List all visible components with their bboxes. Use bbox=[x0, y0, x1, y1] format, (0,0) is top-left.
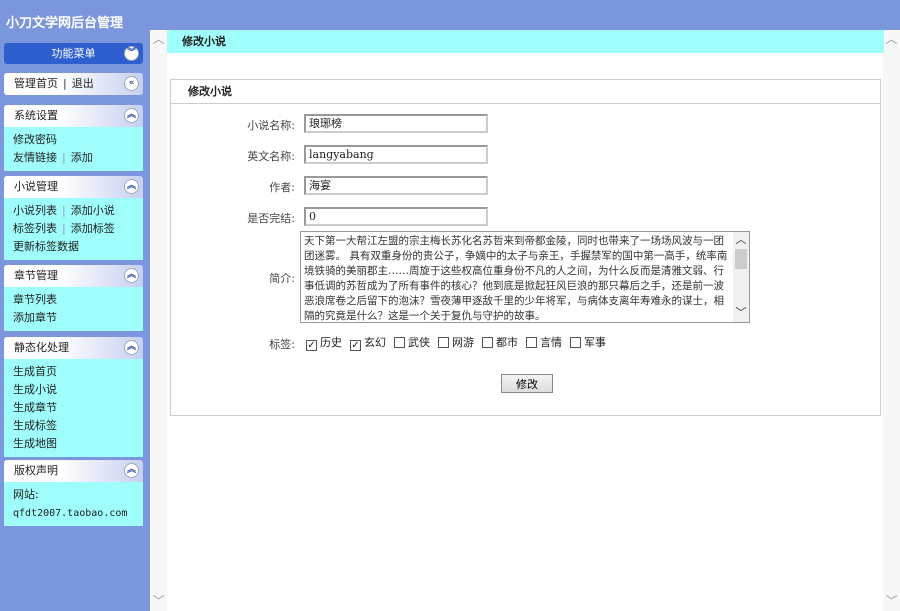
sidebar-link[interactable]: 章节列表 bbox=[13, 293, 57, 306]
sidebar-link[interactable]: 更新标签数据 bbox=[13, 240, 79, 253]
finished-input[interactable]: 0 bbox=[304, 207, 488, 226]
intro-label: 简介: bbox=[269, 272, 295, 285]
sidebar-group: 系统设置 ︽ 修改密码友情链接 | 添加 bbox=[4, 105, 143, 171]
tags-group: ✓ 历史 ✓ 玄幻 武侠 网游 都市 言情 军事 bbox=[306, 334, 614, 351]
author-label: 作者: bbox=[269, 181, 295, 194]
menu-title: 功能菜单 bbox=[51, 47, 96, 60]
tag-label: 玄幻 bbox=[364, 336, 386, 349]
group-header[interactable]: 系统设置 ︽ bbox=[4, 105, 143, 127]
tag-label: 武侠 bbox=[408, 336, 430, 349]
tag-checkbox[interactable]: 军事 bbox=[570, 334, 606, 350]
checkbox[interactable] bbox=[438, 337, 449, 348]
checkbox[interactable]: ✓ bbox=[306, 340, 317, 351]
group-header[interactable]: 小说管理 ︽ bbox=[4, 176, 143, 198]
intro-textarea[interactable]: 天下第一大帮江左盟的宗主梅长苏化名苏哲来到帝都金陵，同时也带来了一场场风波与一团… bbox=[300, 231, 750, 323]
tag-checkbox[interactable]: 都市 bbox=[482, 334, 518, 350]
sidebar-link[interactable]: 友情链接 bbox=[13, 151, 57, 164]
checkbox[interactable]: ✓ bbox=[350, 340, 361, 351]
collapse-icon[interactable]: ︽ bbox=[124, 179, 139, 194]
sidebar-link[interactable]: 添加 bbox=[71, 151, 93, 164]
checkbox[interactable] bbox=[526, 337, 537, 348]
en-name-label: 英文名称: bbox=[247, 150, 295, 163]
scroll-down-icon[interactable]: ﹀ bbox=[883, 592, 900, 609]
finished-label: 是否完结: bbox=[247, 212, 295, 225]
sidebar-link: qfdt2007.taobao.com bbox=[13, 508, 128, 519]
separator: | bbox=[63, 77, 67, 90]
separator: | bbox=[62, 204, 66, 217]
sidebar-link[interactable]: 修改密码 bbox=[13, 133, 57, 146]
group-header[interactable]: 章节管理 ︽ bbox=[4, 265, 143, 287]
edit-novel-panel: 修改小说 小说名称: 琅琊榜 英文名称: langyabang 作者: 海宴 是… bbox=[170, 79, 881, 416]
group-title: 静态化处理 bbox=[14, 341, 69, 354]
checkbox[interactable] bbox=[394, 337, 405, 348]
collapse-icon[interactable]: ︽ bbox=[124, 340, 139, 355]
submit-button[interactable]: 修改 bbox=[501, 374, 553, 393]
en-name-input[interactable]: langyabang bbox=[304, 145, 488, 164]
sidebar-link[interactable]: 生成首页 bbox=[13, 365, 57, 378]
tag-label: 军事 bbox=[584, 336, 606, 349]
checkbox[interactable] bbox=[482, 337, 493, 348]
group-title: 章节管理 bbox=[14, 269, 58, 282]
group-title: 小说管理 bbox=[14, 180, 58, 193]
group-header[interactable]: 静态化处理 ︽ bbox=[4, 337, 143, 359]
scroll-up-icon[interactable]: ︿ bbox=[150, 30, 167, 47]
sidebar-link[interactable]: 添加标签 bbox=[71, 222, 115, 235]
tag-checkbox[interactable]: ✓ 历史 bbox=[306, 334, 342, 351]
home-link[interactable]: 管理首页 bbox=[14, 77, 58, 90]
logout-link[interactable]: 退出 bbox=[72, 77, 94, 90]
sidebar-link[interactable]: 生成章节 bbox=[13, 401, 57, 414]
separator: | bbox=[62, 222, 66, 235]
collapse-left-icon[interactable]: « bbox=[124, 76, 139, 91]
scroll-down-icon[interactable]: ﹀ bbox=[150, 592, 167, 609]
group-header[interactable]: 版权声明 ︽ bbox=[4, 460, 143, 482]
tag-checkbox[interactable]: ✓ 玄幻 bbox=[350, 334, 386, 351]
sidebar-link[interactable]: 生成小说 bbox=[13, 383, 57, 396]
sidebar-link[interactable]: 小说列表 bbox=[13, 204, 57, 217]
group-title: 版权声明 bbox=[14, 464, 58, 477]
tag-label: 历史 bbox=[320, 336, 342, 349]
breadcrumb: 修改小说 bbox=[167, 30, 884, 53]
panel-title: 修改小说 bbox=[171, 80, 880, 104]
collapse-icon[interactable]: ︽ bbox=[124, 463, 139, 478]
sidebar-link: 网站: bbox=[13, 488, 39, 501]
checkbox[interactable] bbox=[570, 337, 581, 348]
left-scrollbar[interactable]: ︿ ﹀ bbox=[150, 30, 167, 611]
tag-label: 言情 bbox=[540, 336, 562, 349]
tag-checkbox[interactable]: 言情 bbox=[526, 334, 562, 350]
sidebar-group: 小说管理 ︽ 小说列表 | 添加小说标签列表 | 添加标签更新标签数据 bbox=[4, 176, 143, 260]
app-title: 小刀文学网后台管理 bbox=[6, 16, 124, 31]
sidebar-link[interactable]: 添加章节 bbox=[13, 311, 57, 324]
tag-checkbox[interactable]: 网游 bbox=[438, 334, 474, 350]
textarea-scrollbar[interactable]: ︿ ﹀ bbox=[733, 232, 749, 322]
sidebar-link[interactable]: 添加小说 bbox=[71, 204, 115, 217]
name-input[interactable]: 琅琊榜 bbox=[304, 114, 488, 133]
group-title: 系统设置 bbox=[14, 109, 58, 122]
intro-text: 天下第一大帮江左盟的宗主梅长苏化名苏哲来到帝都金陵，同时也带来了一场场风波与一团… bbox=[304, 235, 728, 322]
author-input[interactable]: 海宴 bbox=[304, 176, 488, 195]
sidebar-group: 静态化处理 ︽ 生成首页生成小说生成章节生成标签生成地图 bbox=[4, 337, 143, 457]
name-label: 小说名称: bbox=[247, 119, 295, 132]
collapse-all-icon[interactable]: ︾ bbox=[124, 46, 139, 61]
sidebar-group: 章节管理 ︽ 章节列表添加章节 bbox=[4, 265, 143, 331]
sidebar-link[interactable]: 生成标签 bbox=[13, 419, 57, 432]
sidebar-link[interactable]: 标签列表 bbox=[13, 222, 57, 235]
menu-header[interactable]: 功能菜单 ︾ bbox=[4, 43, 143, 64]
tags-label: 标签: bbox=[269, 338, 295, 351]
collapse-icon[interactable]: ︽ bbox=[124, 108, 139, 123]
tag-label: 网游 bbox=[452, 336, 474, 349]
sidebar-group: 版权声明 ︽ 网站: qfdt2007.taobao.com bbox=[4, 460, 143, 526]
quick-links: 管理首页 | 退出 « bbox=[4, 73, 143, 95]
main-frame: ︿ ﹀ ︿ ﹀ 修改小说 修改小说 小说名称: 琅琊榜 英文名称: langyaba… bbox=[150, 30, 900, 611]
separator: | bbox=[62, 151, 66, 164]
tag-checkbox[interactable]: 武侠 bbox=[394, 334, 430, 350]
scroll-up-icon[interactable]: ︿ bbox=[883, 30, 900, 47]
right-scrollbar[interactable]: ︿ ﹀ bbox=[883, 30, 900, 611]
sidebar-link[interactable]: 生成地图 bbox=[13, 437, 57, 450]
tag-label: 都市 bbox=[496, 336, 518, 349]
collapse-icon[interactable]: ︽ bbox=[124, 268, 139, 283]
